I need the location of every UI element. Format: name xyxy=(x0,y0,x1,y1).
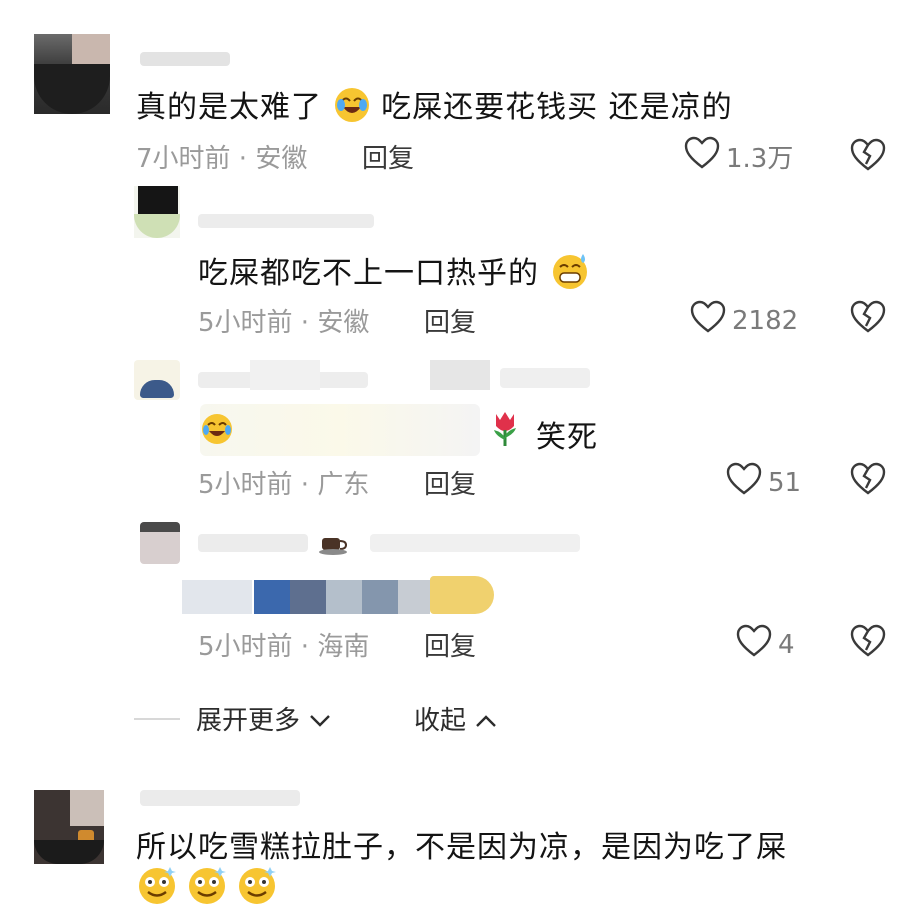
username-redacted xyxy=(250,360,320,390)
timestamp: 7小时前 xyxy=(136,144,231,174)
timestamp: 5小时前 xyxy=(198,470,293,500)
username-redacted xyxy=(500,368,590,388)
heart-outline-icon xyxy=(690,300,726,341)
comment-meta: 5小时前 · 海南 xyxy=(198,632,370,662)
comment-text: 真的是太难了 吃屎还要花钱买 还是凉的 xyxy=(136,82,733,132)
like-count: 4 xyxy=(778,629,795,660)
emoji-row xyxy=(136,864,278,910)
reply-button[interactable]: 回复 xyxy=(424,464,476,501)
like-count: 51 xyxy=(768,467,802,498)
chevron-up-icon xyxy=(474,706,498,736)
broken-heart-icon xyxy=(850,138,886,176)
dizzy-smile-emoji-icon xyxy=(186,864,228,910)
username-redacted xyxy=(140,790,300,806)
broken-heart-icon xyxy=(850,300,886,338)
comment-text-redacted xyxy=(326,580,362,614)
commenter-avatar[interactable] xyxy=(134,360,180,400)
like-count: 1.3万 xyxy=(726,144,794,174)
location: 广东 xyxy=(317,470,370,500)
coffee-cup-icon xyxy=(316,532,352,560)
like-button[interactable]: 4 xyxy=(736,624,795,665)
username-redacted xyxy=(370,534,580,552)
reply-button[interactable]: 回复 xyxy=(362,138,414,175)
username-redacted xyxy=(198,214,374,228)
comment-text-redacted xyxy=(254,580,290,614)
grinning-sweat-emoji-icon xyxy=(550,251,590,299)
reply-button[interactable]: 回复 xyxy=(424,626,476,663)
username-redacted xyxy=(198,534,308,552)
heart-outline-icon xyxy=(684,136,720,177)
comment-meta: 5小时前 · 安徽 xyxy=(198,308,370,338)
emoji-redacted xyxy=(430,576,494,614)
dislike-button[interactable] xyxy=(850,138,886,176)
timestamp: 5小时前 xyxy=(198,308,293,338)
dizzy-smile-emoji-icon xyxy=(136,864,178,910)
dislike-button[interactable] xyxy=(850,462,886,500)
like-button[interactable]: 51 xyxy=(726,462,801,503)
comment-text-redacted xyxy=(398,580,430,614)
comment-meta: 5小时前 · 广东 xyxy=(198,470,370,500)
crying-laughing-emoji-icon xyxy=(200,412,234,450)
comment-text-redacted xyxy=(290,580,326,614)
dislike-button[interactable] xyxy=(850,624,886,662)
expand-more-button[interactable]: 展开更多 xyxy=(196,700,332,737)
commenter-avatar[interactable] xyxy=(34,34,110,114)
comment-text: 所以吃雪糕拉肚子，不是因为凉，是因为吃了屎 xyxy=(136,830,787,865)
commenter-avatar[interactable] xyxy=(134,186,180,238)
expand-more-label: 展开更多 xyxy=(196,706,301,736)
comment-meta: 7小时前 · 安徽 xyxy=(136,144,308,174)
dizzy-smile-emoji-icon xyxy=(236,864,278,910)
username-redacted xyxy=(140,52,230,66)
comment-text-part: 吃屎都吃不上一口热乎的 xyxy=(198,256,539,291)
location: 安徽 xyxy=(317,308,370,338)
collapse-button[interactable]: 收起 xyxy=(414,700,498,737)
timestamp: 5小时前 xyxy=(198,632,293,662)
username-redacted xyxy=(430,360,490,390)
comment-text-part: 吃屎还要花钱买 还是凉的 xyxy=(381,90,733,125)
dislike-button[interactable] xyxy=(850,300,886,338)
collapse-label: 收起 xyxy=(414,706,467,736)
commenter-avatar[interactable] xyxy=(34,790,104,864)
laughing-crying-emoji-icon xyxy=(333,86,371,132)
like-count: 2182 xyxy=(732,305,799,336)
like-button[interactable]: 1.3万 xyxy=(684,136,793,177)
mention-redacted xyxy=(200,404,480,456)
commenter-avatar[interactable] xyxy=(140,522,180,564)
tulip-emoji-icon xyxy=(488,408,522,452)
reply-button[interactable]: 回复 xyxy=(424,302,476,339)
like-button[interactable]: 2182 xyxy=(690,300,798,341)
broken-heart-icon xyxy=(850,624,886,662)
comment-text-redacted xyxy=(362,580,398,614)
location: 安徽 xyxy=(255,144,308,174)
comment-text: 笑死 xyxy=(536,420,598,455)
thread-divider-line xyxy=(134,718,180,720)
comment-text: 吃屎都吃不上一口热乎的 xyxy=(198,248,590,299)
comment-text-redacted xyxy=(182,580,252,614)
heart-outline-icon xyxy=(726,462,762,503)
chevron-down-icon xyxy=(308,706,332,736)
location: 海南 xyxy=(317,632,370,662)
comment-text-part: 真的是太难了 xyxy=(136,90,322,125)
broken-heart-icon xyxy=(850,462,886,500)
heart-outline-icon xyxy=(736,624,772,665)
